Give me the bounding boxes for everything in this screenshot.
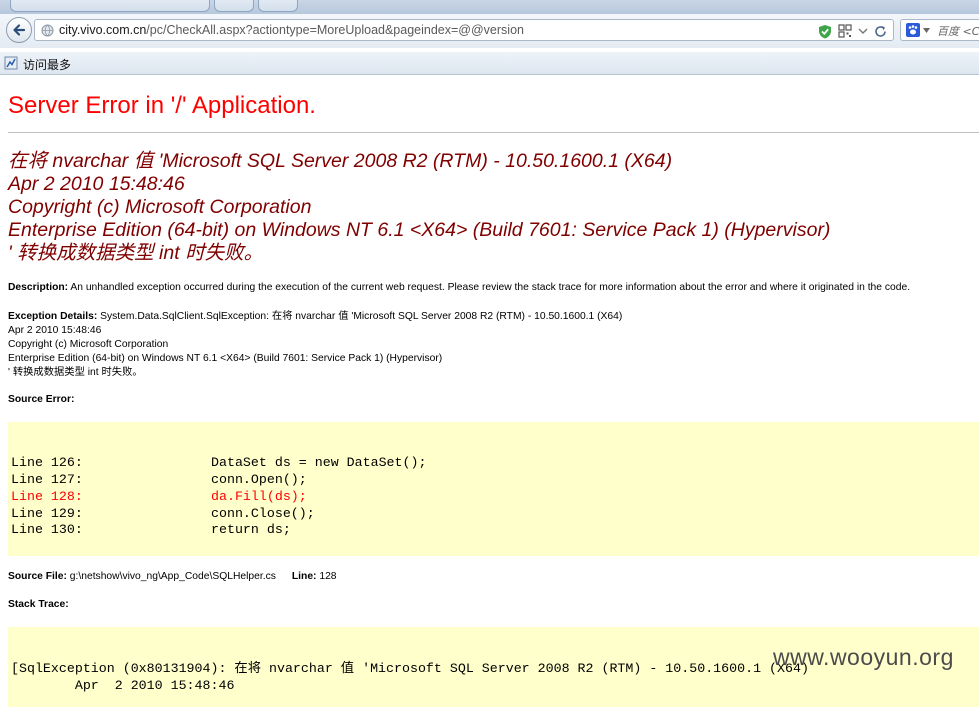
browser-tab[interactable]	[258, 0, 298, 12]
globe-icon	[41, 24, 54, 37]
browser-tab[interactable]	[214, 0, 254, 12]
source-line: Line 130: return ds;	[11, 521, 291, 538]
line-code: conn.Open();	[211, 472, 307, 487]
line-number: Line 128:	[11, 489, 83, 504]
most-visited-icon	[4, 56, 18, 70]
line-code: da.Fill(ds);	[211, 489, 307, 504]
source-file-section: Source File: g:\netshow\vivo_ng\App_Code…	[8, 571, 337, 582]
description-text: An unhandled exception occurred during t…	[68, 282, 911, 293]
line-number: Line 127:	[11, 472, 83, 487]
watermark: www.wooyun.org	[773, 644, 954, 670]
source-error-label: Source Error:	[8, 394, 75, 405]
tab-strip	[0, 0, 979, 14]
address-bar[interactable]: city.vivo.com.cn/pc/CheckAll.aspx?action…	[34, 19, 894, 41]
browser-tab[interactable]	[10, 0, 210, 12]
error-message-line: Apr 2 2010 15:48:46	[8, 173, 185, 195]
exception-label: Exception Details:	[8, 311, 98, 322]
line-number: Line 126:	[11, 455, 83, 470]
line-number: Line 130:	[11, 522, 83, 537]
line-code: conn.Close();	[211, 506, 315, 521]
stack-trace-line: [SqlException (0x80131904): 在将 nvarchar …	[11, 661, 809, 676]
source-line: Line 126: DataSet ds = new DataSet();	[11, 454, 426, 471]
search-engine-dropdown-icon[interactable]	[923, 28, 930, 33]
description-label: Description:	[8, 282, 69, 293]
stack-trace-heading: Stack Trace:	[8, 599, 69, 610]
shield-check-icon[interactable]	[818, 24, 832, 39]
url-path: /pc/CheckAll.aspx?actiontype=MoreUpload&…	[146, 23, 524, 37]
source-line: Line 127: conn.Open();	[11, 471, 307, 488]
exception-line: Copyright (c) Microsoft Corporation	[8, 339, 169, 350]
line-number: Line 129:	[11, 506, 83, 521]
title-divider	[8, 132, 979, 133]
address-bar-icons	[818, 23, 887, 39]
source-error-heading: Source Error:	[8, 394, 74, 405]
qr-code-icon[interactable]	[838, 24, 852, 38]
navigation-toolbar: city.vivo.com.cn/pc/CheckAll.aspx?action…	[0, 14, 979, 48]
stack-trace-line: Apr 2 2010 15:48:46	[11, 678, 235, 693]
source-file-label: Source File:	[8, 571, 67, 582]
source-code-box: Line 126: DataSet ds = new DataSet(); Lin…	[8, 422, 979, 556]
line-code: DataSet ds = new DataSet();	[211, 455, 427, 470]
exception-line: Apr 2 2010 15:48:46	[8, 325, 102, 336]
search-box[interactable]: 百度 <C	[900, 19, 979, 41]
back-arrow-icon	[13, 24, 26, 36]
refresh-icon[interactable]	[874, 25, 887, 38]
baidu-paw-icon[interactable]	[906, 23, 920, 37]
error-message-line: 在将 nvarchar 值 'Microsoft SQL Server 2008…	[8, 150, 673, 172]
error-message-line: Copyright (c) Microsoft Corporation	[8, 196, 312, 218]
exception-text: System.Data.SqlClient.SqlException: 在将 n…	[97, 311, 623, 322]
error-message-line: Enterprise Edition (64-bit) on Windows N…	[8, 219, 831, 241]
exception-details-section: Exception Details: System.Data.SqlClient…	[8, 310, 622, 380]
url-text[interactable]: city.vivo.com.cn/pc/CheckAll.aspx?action…	[59, 23, 524, 37]
exception-line: ' 转换成数据类型 int 时失败。	[8, 367, 143, 378]
dropdown-arrow-icon[interactable]	[858, 26, 868, 36]
bookmarks-bar: 访问最多	[0, 52, 979, 75]
url-host: city.vivo.com.cn	[59, 23, 147, 37]
page-title: Server Error in '/' Application.	[8, 92, 316, 119]
stack-trace-label: Stack Trace:	[8, 599, 69, 610]
line-label: Line:	[291, 571, 317, 582]
exception-line: Enterprise Edition (64-bit) on Windows N…	[8, 353, 443, 364]
description-section: Description: An unhandled exception occu…	[8, 282, 910, 293]
error-message: 在将 nvarchar 值 'Microsoft SQL Server 2008…	[8, 150, 830, 265]
error-message-line: ' 转换成数据类型 int 时失败。	[8, 242, 264, 264]
source-file-value: g:\netshow\vivo_ng\App_Code\SQLHelper.cs	[66, 571, 276, 582]
back-button[interactable]	[6, 17, 32, 43]
bookmark-most-visited[interactable]: 访问最多	[23, 56, 71, 73]
source-line-highlighted: Line 128: da.Fill(ds);	[11, 488, 307, 505]
search-engine-label: 百度 <C	[937, 25, 979, 38]
line-code: return ds;	[211, 522, 291, 537]
source-line: Line 129: conn.Close();	[11, 505, 315, 522]
line-value: 128	[316, 571, 337, 582]
